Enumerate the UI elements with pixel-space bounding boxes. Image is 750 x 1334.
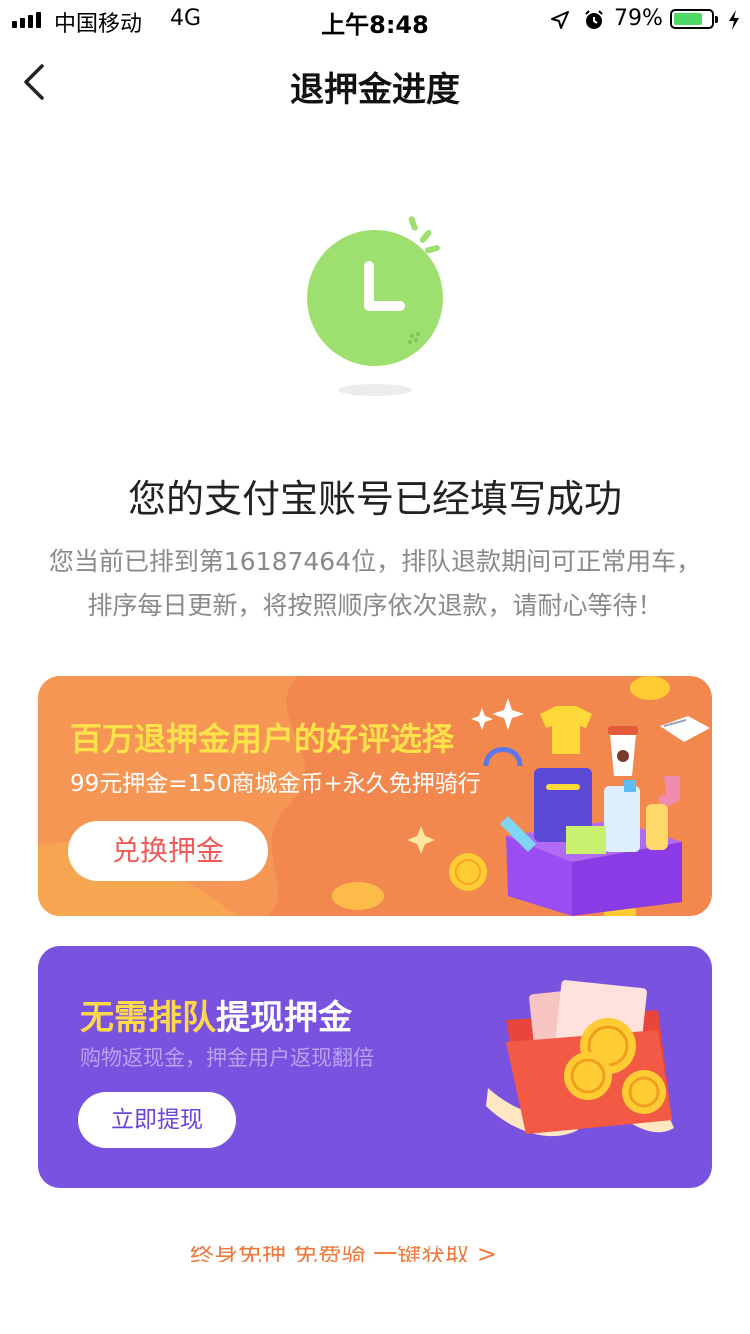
nav-bar: 退押金进度 [0, 40, 750, 128]
exchange-deposit-banner[interactable]: 百万退押金用户的好评选择 99元押金=150商城金币+永久免押骑行 兑换押金 [38, 676, 712, 916]
page-title: 退押金进度 [290, 70, 460, 110]
battery-icon [670, 9, 718, 29]
battery-level-fill [674, 13, 702, 25]
banner2-title: 无需排队提现押金 [80, 990, 352, 1039]
withdraw-deposit-banner[interactable]: 无需排队提现押金 购物返现金，押金用户返现翻倍 立即提现 [38, 946, 712, 1188]
banner2-title-rest: 提现押金 [216, 998, 352, 1038]
exchange-deposit-button[interactable]: 兑换押金 [68, 821, 268, 881]
banner2-subtitle: 购物返现金，押金用户返现翻倍 [80, 1046, 374, 1070]
battery-percentage: 79% [614, 6, 663, 31]
free-deposit-link-text: 终身免押 免费骑 一键获取 > [190, 1246, 497, 1262]
success-headline: 您的支付宝账号已经填写成功 [127, 477, 622, 521]
withdraw-now-button[interactable]: 立即提现 [78, 1092, 236, 1148]
charging-bolt-icon [728, 9, 740, 35]
description-line-2: 排序每日更新，将按照顺序依次退款，请耐心等待！ [87, 591, 663, 620]
location-arrow-icon [550, 10, 570, 34]
description-line-1: 您当前已排到第16187464位，排队退款期间可正常用车， [48, 547, 702, 576]
banner2-title-highlight: 无需排队 [80, 998, 216, 1038]
banner1-subtitle: 99元押金=150商城金币+永久免押骑行 [70, 771, 481, 797]
clock-illustration [300, 210, 460, 410]
queue-description: 您当前已排到第16187464位，排队退款期间可正常用车， 排序每日更新，将按照… [30, 540, 720, 628]
free-deposit-link[interactable]: 终身免押 免费骑 一键获取 > [190, 1246, 560, 1262]
status-bar: 中国移动 4G 上午8:48 79% [0, 0, 750, 40]
alarm-clock-icon [583, 9, 605, 35]
banner1-title: 百万退押金用户的好评选择 [70, 720, 455, 758]
